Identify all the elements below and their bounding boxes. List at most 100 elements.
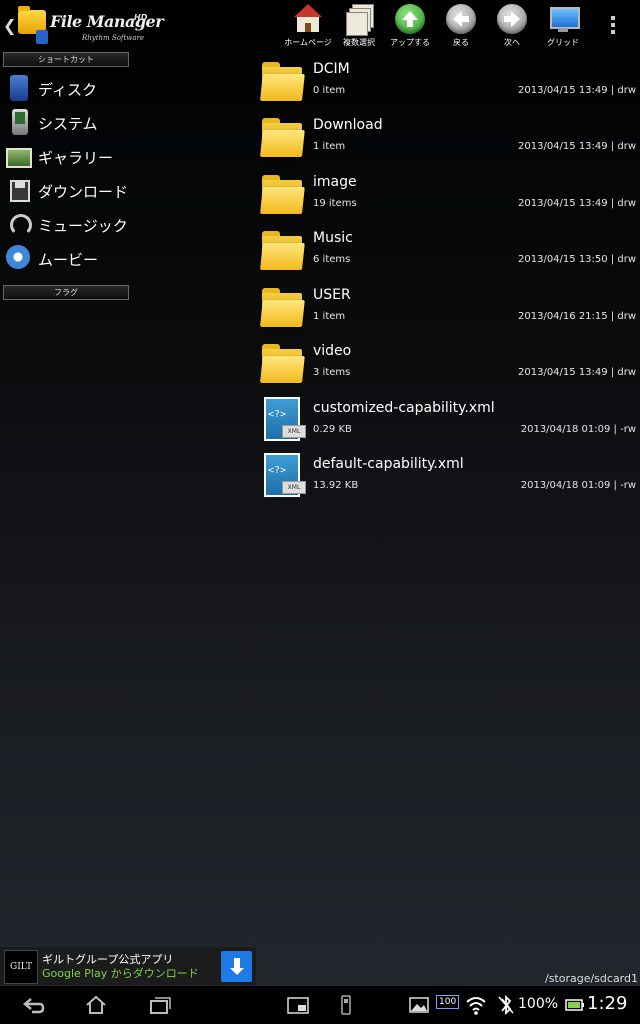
file-meta: 2013/04/15 13:49 | drw	[518, 198, 636, 209]
sidebar-item-label: ダウンロード	[38, 183, 129, 201]
folder-icon	[260, 340, 305, 384]
sidebar-item-label: ムービー	[38, 251, 99, 269]
disk-icon	[10, 75, 28, 101]
signal-badge: 100	[436, 995, 460, 1009]
file-count: 1 item	[313, 141, 346, 152]
sidebar-item-music[interactable]: ミュージック	[0, 209, 250, 241]
ad-logo: GILT	[4, 950, 38, 984]
top-bar: ❮ File Manager HD Rhythm Software ホームページ…	[0, 0, 640, 52]
home-icon	[293, 4, 323, 34]
sidebar-item-label: ディスク	[38, 81, 97, 99]
file-count: 19 items	[313, 198, 357, 209]
xml-tag: XML	[282, 425, 306, 438]
download-icon	[10, 180, 30, 202]
bluetooth-off-icon	[498, 994, 514, 1016]
ad-download-icon[interactable]	[221, 951, 252, 982]
nav-back-icon[interactable]	[22, 994, 46, 1016]
file-name: USER	[313, 287, 351, 303]
sidebar-item-disk[interactable]: ディスク	[0, 73, 250, 105]
file-count: 1 item	[313, 311, 346, 322]
up-button[interactable]: アップする	[384, 2, 436, 52]
multi-select-label: 複数選択	[343, 38, 375, 47]
forward-button[interactable]: 次へ	[486, 2, 538, 52]
folder-icon	[260, 171, 305, 215]
file-name: image	[313, 174, 357, 190]
music-icon	[10, 214, 32, 236]
wifi-icon	[466, 997, 486, 1015]
file-count: 6 items	[313, 254, 351, 265]
file-name: Music	[313, 230, 353, 246]
file-row-customized-capability[interactable]: <?> XML customized-capability.xml 0.29 K…	[256, 395, 640, 451]
xml-code-glyph: <?>	[268, 409, 287, 420]
ad-banner[interactable]: GILT ギルトグループ公式アプリ Google Play からダウンロード	[0, 947, 256, 985]
sidebar-item-gallery[interactable]: ギャラリー	[0, 141, 250, 173]
file-meta: 2013/04/16 21:15 | drw	[518, 311, 636, 322]
nav-recents-icon[interactable]	[148, 994, 172, 1016]
file-name: customized-capability.xml	[313, 400, 495, 416]
folder-icon	[260, 284, 305, 328]
xml-tag: XML	[282, 481, 306, 494]
file-row-video[interactable]: video 3 items 2013/04/15 13:49 | drw	[256, 338, 640, 394]
sidebar-item-label: システム	[38, 115, 98, 133]
file-row-dcim[interactable]: DCIM 0 item 2013/04/15 13:49 | drw	[256, 56, 640, 112]
gallery-icon	[6, 148, 32, 168]
current-path: /storage/sdcard1	[544, 972, 638, 985]
file-name: Download	[313, 117, 383, 133]
folder-icon	[260, 227, 305, 271]
home-label: ホームページ	[284, 38, 332, 47]
battery-icon	[565, 999, 584, 1011]
xml-code-glyph: <?>	[268, 465, 287, 476]
multi-select-icon	[344, 4, 374, 36]
gallery-notification-icon	[409, 997, 429, 1013]
file-size: 13.92 KB	[313, 480, 359, 491]
system-icon	[12, 109, 28, 135]
file-meta: 2013/04/18 01:09 | -rw	[520, 480, 636, 491]
screenshot-icon[interactable]	[286, 994, 310, 1016]
file-meta: 2013/04/15 13:49 | drw	[518, 141, 636, 152]
nav-home-icon[interactable]	[84, 994, 108, 1016]
file-size: 0.29 KB	[313, 424, 352, 435]
movie-icon	[6, 245, 30, 269]
back-button[interactable]: 戻る	[435, 2, 487, 52]
xml-file-icon: <?> XML	[260, 453, 306, 497]
sidebar-item-system[interactable]: システム	[0, 107, 250, 139]
up-label: アップする	[390, 38, 430, 47]
file-name: DCIM	[313, 61, 350, 77]
file-meta: 2013/04/18 01:09 | -rw	[520, 424, 636, 435]
file-row-music[interactable]: Music 6 items 2013/04/15 13:50 | drw	[256, 225, 640, 281]
sidebar-item-label: ギャラリー	[38, 149, 114, 167]
forward-arrow-icon	[497, 4, 527, 34]
grid-label: グリッド	[547, 38, 579, 47]
app-vendor: Rhythm Software	[82, 34, 144, 42]
app-logo[interactable]: File Manager HD Rhythm Software	[14, 6, 164, 46]
file-row-download[interactable]: Download 1 item 2013/04/15 13:49 | drw	[256, 112, 640, 168]
file-row-default-capability[interactable]: <?> XML default-capability.xml 13.92 KB …	[256, 451, 640, 507]
back-label: 戻る	[453, 38, 469, 47]
file-row-user[interactable]: USER 1 item 2013/04/16 21:15 | drw	[256, 282, 640, 338]
ad-subtitle: Google Play からダウンロード	[42, 967, 199, 980]
sidebar-item-movie[interactable]: ムービー	[0, 243, 250, 275]
battery-percent: 100%	[518, 996, 559, 1012]
folder-icon	[260, 58, 305, 102]
file-count: 3 items	[313, 367, 351, 378]
file-meta: 2013/04/15 13:49 | drw	[518, 85, 636, 96]
file-count: 0 item	[313, 85, 346, 96]
flag-section-header: フラグ	[3, 285, 129, 300]
file-row-image[interactable]: image 19 items 2013/04/15 13:49 | drw	[256, 169, 640, 225]
clock: 1:29	[587, 993, 628, 1014]
folder-icon	[260, 114, 305, 158]
sidebar-item-label: ミュージック	[38, 217, 128, 235]
xml-file-icon: <?> XML	[260, 397, 306, 441]
shortcut-section-header: ショートカット	[3, 52, 129, 67]
plug-logo-icon	[36, 30, 48, 44]
sidebar-item-download[interactable]: ダウンロード	[0, 175, 250, 207]
file-meta: 2013/04/15 13:50 | drw	[518, 254, 636, 265]
overflow-menu-icon[interactable]	[611, 16, 615, 37]
file-name: video	[313, 343, 352, 359]
back-arrow-icon	[446, 4, 476, 34]
home-button[interactable]: ホームページ	[282, 2, 334, 52]
multi-select-button[interactable]: 複数選択	[333, 2, 385, 52]
file-name: default-capability.xml	[313, 456, 464, 472]
grid-button[interactable]: グリッド	[537, 2, 589, 52]
app-title-badge: HD	[134, 13, 148, 22]
